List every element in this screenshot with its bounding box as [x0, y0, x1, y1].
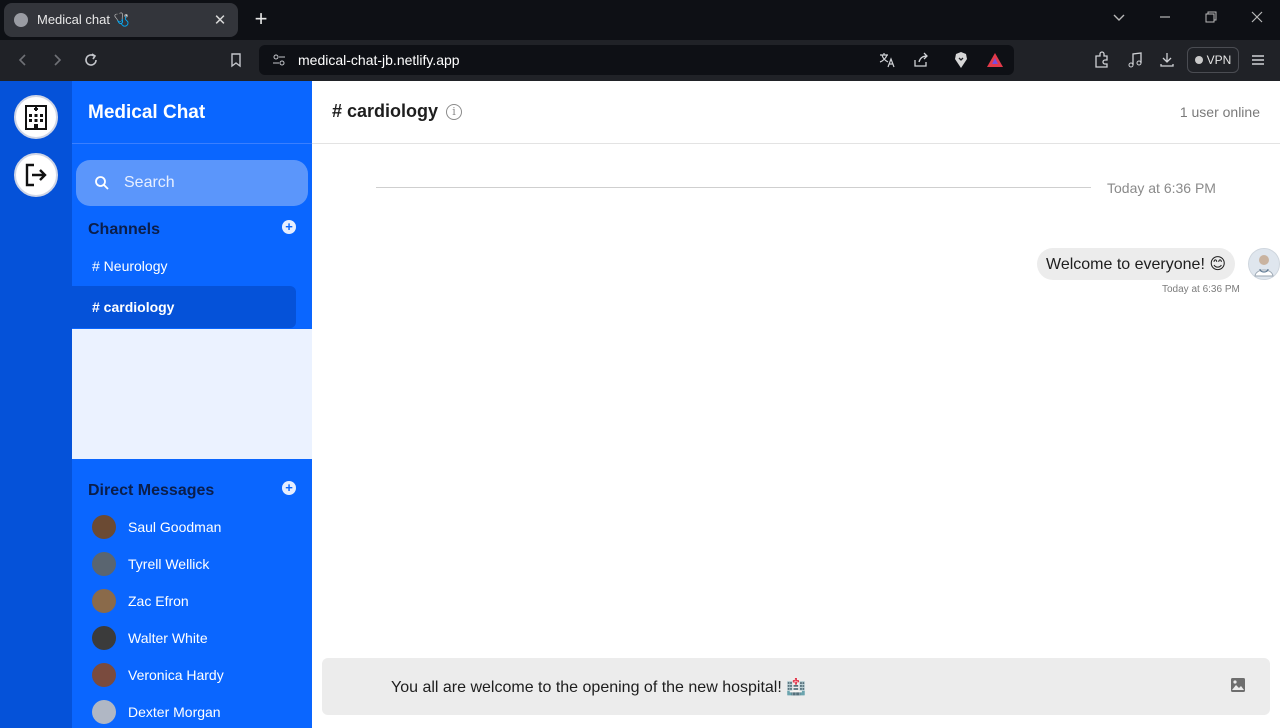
avatar — [92, 700, 116, 724]
download-icon[interactable] — [1156, 49, 1178, 71]
channel-item-neurology[interactable]: # Neurology — [72, 245, 296, 287]
logout-button[interactable] — [14, 153, 58, 197]
dm-name: Tyrell Wellick — [128, 556, 210, 572]
back-icon[interactable] — [12, 49, 34, 71]
brave-shield-icon[interactable] — [950, 49, 972, 71]
image-icon — [1231, 678, 1245, 692]
dm-name: Saul Goodman — [128, 519, 222, 535]
avatar — [92, 626, 116, 650]
tab-list-chevron-icon[interactable] — [1109, 10, 1129, 27]
channel-list-empty-area — [72, 329, 312, 459]
dm-item-tyrell-wellick[interactable]: Tyrell Wellick — [92, 551, 209, 577]
menu-icon[interactable] — [1247, 49, 1269, 71]
channel-title: # cardiology — [332, 101, 439, 121]
channels-heading: Channels — [88, 221, 161, 238]
close-window-icon[interactable] — [1247, 10, 1267, 27]
attach-image-button[interactable] — [1230, 677, 1246, 693]
sidebar-divider — [72, 143, 312, 144]
dm-name: Zac Efron — [128, 593, 189, 609]
dm-item-dexter-morgan[interactable]: Dexter Morgan — [92, 699, 221, 725]
hospital-icon — [25, 105, 47, 130]
search-input[interactable]: Search — [76, 160, 308, 206]
bookmark-icon[interactable] — [225, 49, 247, 71]
avatar — [92, 589, 116, 613]
extensions-icon[interactable] — [1091, 49, 1113, 71]
dm-item-walter-white[interactable]: Walter White — [92, 625, 208, 651]
dm-item-saul-goodman[interactable]: Saul Goodman — [92, 514, 221, 540]
message-avatar[interactable] — [1248, 248, 1280, 280]
dm-name: Walter White — [128, 630, 208, 646]
rewards-triangle-icon[interactable] — [984, 49, 1006, 71]
close-tab-icon[interactable]: ✕ — [212, 11, 228, 29]
forward-icon[interactable] — [46, 49, 68, 71]
globe-icon — [14, 13, 28, 27]
vpn-status-icon — [1194, 56, 1203, 64]
minimize-icon[interactable] — [1155, 10, 1175, 27]
new-tab-button[interactable]: + — [250, 8, 272, 32]
date-divider-line — [376, 187, 1091, 188]
dm-name: Veronica Hardy — [128, 667, 224, 683]
add-channel-button[interactable]: + — [282, 220, 296, 234]
app-brand-title: Medical Chat — [88, 102, 206, 123]
vpn-button[interactable]: VPN — [1187, 47, 1239, 73]
channel-item-cardiology[interactable]: # cardiology — [72, 286, 296, 328]
media-icon[interactable] — [1124, 49, 1146, 71]
browser-tab[interactable]: Medical chat 🩺 ✕ — [4, 3, 238, 37]
avatar — [92, 515, 116, 539]
tab-title: Medical chat 🩺 — [37, 12, 130, 27]
add-direct-message-button[interactable]: + — [282, 481, 296, 495]
translate-icon[interactable] — [876, 49, 898, 71]
avatar — [92, 663, 116, 687]
dm-item-veronica-hardy[interactable]: Veronica Hardy — [92, 662, 224, 688]
reload-icon[interactable] — [80, 49, 102, 71]
dm-item-zac-efron[interactable]: Zac Efron — [92, 588, 189, 614]
composer-input-text[interactable]: You all are welcome to the opening of th… — [391, 677, 806, 697]
search-placeholder: Search — [124, 174, 175, 191]
url-text: medical-chat-jb.netlify.app — [298, 52, 460, 68]
online-status: 1 user online — [1179, 104, 1260, 120]
vpn-label: VPN — [1206, 53, 1232, 67]
site-settings-icon[interactable] — [268, 49, 290, 71]
date-divider-label: Today at 6:36 PM — [1107, 180, 1216, 196]
doctor-avatar-icon — [1254, 255, 1274, 277]
info-icon[interactable]: i — [446, 104, 462, 120]
avatar — [92, 552, 116, 576]
message-bubble: Welcome to everyone! 😊 — [1037, 248, 1236, 280]
hospital-home-button[interactable] — [14, 95, 58, 139]
dm-name: Dexter Morgan — [128, 704, 221, 720]
share-icon[interactable] — [910, 49, 932, 71]
restore-icon[interactable] — [1201, 10, 1221, 27]
browser-tab-strip: Medical chat 🩺 ✕ + — [0, 0, 1280, 40]
logout-icon — [25, 163, 47, 187]
search-icon — [95, 176, 109, 190]
direct-messages-heading: Direct Messages — [88, 482, 215, 499]
message-timestamp: Today at 6:36 PM — [1162, 284, 1240, 295]
